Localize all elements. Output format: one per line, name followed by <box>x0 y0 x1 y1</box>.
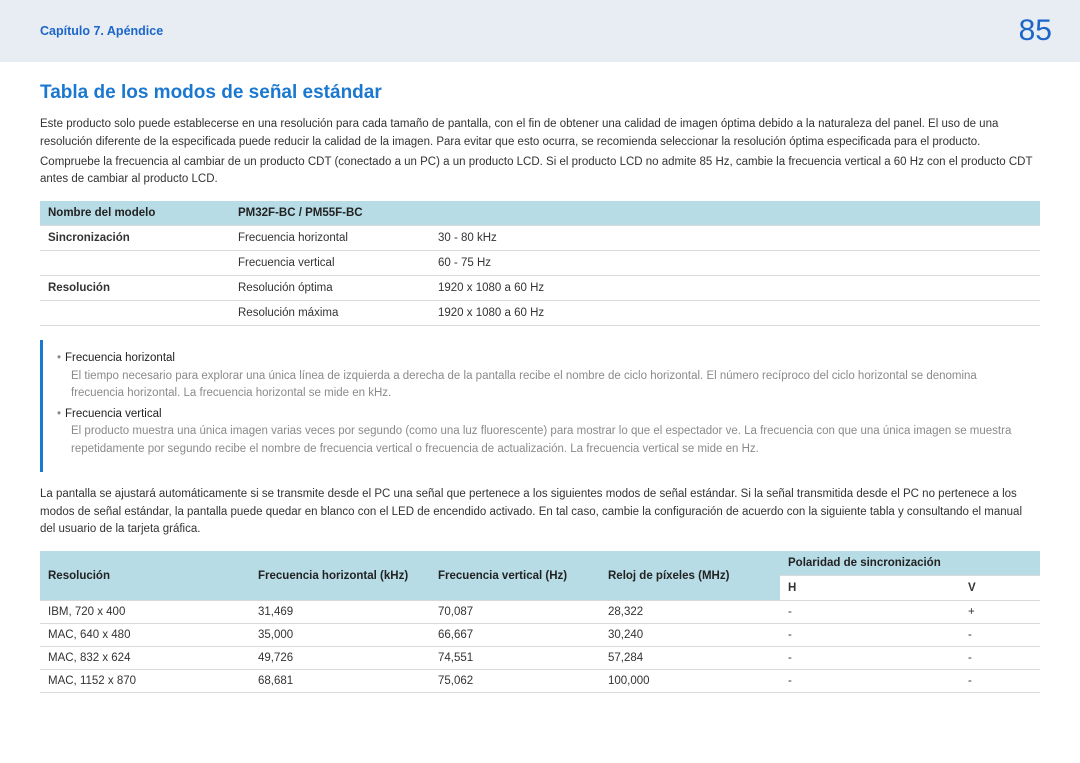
t2-cell: - <box>780 601 960 624</box>
t1-header-model: Nombre del modelo <box>40 201 230 226</box>
page-number: 85 <box>1019 14 1052 48</box>
intro-block: Este producto solo puede establecerse en… <box>40 116 1040 189</box>
t2-cell: + <box>960 601 1040 624</box>
t1-cell <box>40 251 230 276</box>
t2-cell: - <box>960 647 1040 670</box>
page-content: Tabla de los modos de señal estándar Est… <box>0 62 1080 693</box>
t2-cell: - <box>960 624 1040 647</box>
t2-cell: 70,087 <box>430 601 600 624</box>
t1-cell: Sincronización <box>40 226 230 251</box>
t1-header-value: PM32F-BC / PM55F-BC <box>230 201 1040 226</box>
model-table: Nombre del modelo PM32F-BC / PM55F-BC Si… <box>40 201 1040 326</box>
chapter-label: Capítulo 7. Apéndice <box>40 24 163 38</box>
t2-cell: MAC, 1152 x 870 <box>40 670 250 693</box>
t2-h-vfreq: Frecuencia vertical (Hz) <box>430 551 600 601</box>
note-item: •Frecuencia verticalEl producto muestra … <box>57 406 1026 458</box>
t2-cell: 30,240 <box>600 624 780 647</box>
t2-cell: - <box>780 624 960 647</box>
mid-para: La pantalla se ajustará automáticamente … <box>40 486 1040 539</box>
note-title: Frecuencia vertical <box>65 408 162 420</box>
t2-h-res: Resolución <box>40 551 250 601</box>
t2-h-polv: V <box>960 576 1040 601</box>
note-box: •Frecuencia horizontalEl tiempo necesari… <box>40 340 1040 472</box>
t2-h-hfreq: Frecuencia horizontal (kHz) <box>250 551 430 601</box>
t2-cell: MAC, 640 x 480 <box>40 624 250 647</box>
t1-cell: 30 - 80 kHz <box>430 226 1040 251</box>
t1-cell: 1920 x 1080 a 60 Hz <box>430 276 1040 301</box>
page-title: Tabla de los modos de señal estándar <box>40 82 1040 104</box>
t2-cell: 66,667 <box>430 624 600 647</box>
intro-para-2: Compruebe la frecuencia al cambiar de un… <box>40 154 1040 190</box>
note-title: Frecuencia horizontal <box>65 352 175 364</box>
t1-cell: Frecuencia vertical <box>230 251 430 276</box>
t2-cell: MAC, 832 x 624 <box>40 647 250 670</box>
t2-cell: - <box>960 670 1040 693</box>
t2-h-pol: Polaridad de sincronización <box>780 551 1040 576</box>
header-bar: Capítulo 7. Apéndice 85 <box>0 0 1080 62</box>
t2-h-clock: Reloj de píxeles (MHz) <box>600 551 780 601</box>
intro-para-1: Este producto solo puede establecerse en… <box>40 116 1040 152</box>
mid-para-block: La pantalla se ajustará automáticamente … <box>40 486 1040 539</box>
t1-cell: 1920 x 1080 a 60 Hz <box>430 301 1040 326</box>
t2-cell: IBM, 720 x 400 <box>40 601 250 624</box>
t2-cell: 68,681 <box>250 670 430 693</box>
t1-cell: Frecuencia horizontal <box>230 226 430 251</box>
t1-cell <box>40 301 230 326</box>
t2-cell: 49,726 <box>250 647 430 670</box>
t1-cell: Resolución óptima <box>230 276 430 301</box>
t2-cell: 75,062 <box>430 670 600 693</box>
t1-cell: 60 - 75 Hz <box>430 251 1040 276</box>
note-item: •Frecuencia horizontalEl tiempo necesari… <box>57 350 1026 402</box>
note-desc: El tiempo necesario para explorar una ún… <box>71 368 1026 403</box>
t1-cell: Resolución máxima <box>230 301 430 326</box>
signal-table: Resolución Frecuencia horizontal (kHz) F… <box>40 551 1040 693</box>
t2-cell: 57,284 <box>600 647 780 670</box>
t2-cell: 100,000 <box>600 670 780 693</box>
t2-h-polh: H <box>780 576 960 601</box>
t2-cell: 74,551 <box>430 647 600 670</box>
t2-cell: 31,469 <box>250 601 430 624</box>
t1-cell: Resolución <box>40 276 230 301</box>
t2-cell: 28,322 <box>600 601 780 624</box>
t2-cell: - <box>780 647 960 670</box>
t2-cell: 35,000 <box>250 624 430 647</box>
note-desc: El producto muestra una única imagen var… <box>71 423 1026 458</box>
t2-cell: - <box>780 670 960 693</box>
